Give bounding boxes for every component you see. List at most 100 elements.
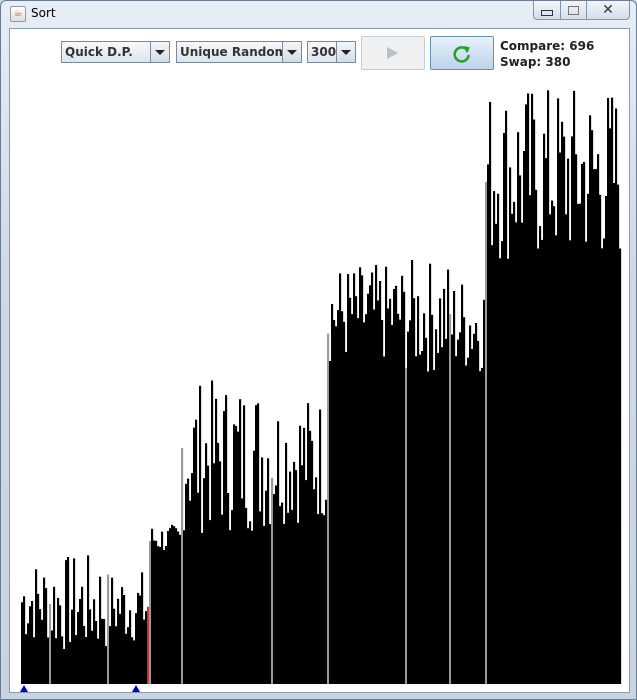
array-bar	[279, 506, 282, 684]
array-bar	[297, 522, 300, 684]
array-bar	[429, 263, 432, 684]
array-bar	[379, 281, 382, 684]
array-bar	[293, 461, 296, 684]
array-bar	[165, 545, 168, 684]
array-bar	[309, 430, 312, 684]
array-bar	[563, 136, 566, 685]
array-bar	[337, 310, 340, 684]
array-bar	[363, 322, 366, 684]
array-bar	[591, 130, 594, 684]
array-bar	[457, 339, 460, 684]
array-bar	[285, 442, 288, 684]
array-bar	[455, 356, 458, 684]
array-bar	[463, 317, 466, 684]
array-bar	[609, 128, 612, 685]
array-bar	[339, 273, 342, 684]
array-bar	[207, 465, 210, 684]
array-bar	[323, 515, 326, 684]
array-bar	[351, 314, 354, 684]
array-bar	[573, 90, 576, 684]
window-title: Sort	[31, 6, 56, 20]
array-bar	[217, 442, 220, 684]
array-bar	[377, 300, 380, 684]
array-bar	[415, 356, 418, 684]
array-bar	[445, 338, 448, 684]
array-bar	[301, 465, 304, 684]
array-bar	[449, 314, 452, 684]
array-bar	[329, 361, 332, 684]
array-bar	[425, 337, 428, 684]
array-bar	[411, 260, 414, 684]
array-bar	[235, 425, 238, 684]
array-bar	[109, 626, 112, 684]
array-bar	[565, 214, 568, 685]
array-bar	[103, 619, 106, 684]
array-bar	[531, 93, 534, 684]
array-bar	[383, 356, 386, 684]
maximize-button[interactable]	[561, 1, 587, 20]
array-bar	[153, 540, 156, 684]
array-bar	[597, 154, 600, 684]
array-bar	[325, 499, 328, 684]
array-bar	[31, 601, 34, 684]
array-bar	[185, 483, 188, 684]
array-bar	[45, 588, 48, 684]
array-bar	[407, 331, 410, 684]
array-bar	[241, 498, 244, 684]
array-bar	[371, 272, 374, 684]
array-bar	[571, 136, 574, 684]
array-bar	[393, 288, 396, 684]
array-bar	[161, 531, 164, 684]
array-bar	[477, 340, 480, 684]
array-bar	[417, 296, 420, 684]
array-bar	[169, 528, 172, 684]
array-bar	[599, 194, 602, 685]
array-bar	[197, 492, 200, 684]
array-bar	[321, 513, 324, 684]
array-bar	[121, 587, 124, 684]
array-bar	[37, 593, 40, 684]
array-bar	[481, 367, 484, 684]
array-bar	[497, 193, 500, 685]
array-bar	[593, 169, 596, 685]
array-bar	[195, 419, 198, 684]
array-bar	[123, 595, 126, 684]
array-bar	[501, 241, 504, 684]
minimize-icon	[541, 9, 553, 16]
array-bar	[525, 104, 528, 684]
array-bar	[303, 427, 306, 684]
array-bar	[511, 213, 514, 685]
array-bar	[353, 273, 356, 684]
array-bar	[75, 635, 78, 684]
array-bar	[335, 326, 338, 684]
array-bar	[225, 395, 228, 684]
array-bar	[419, 354, 422, 684]
array-bar	[345, 352, 348, 684]
array-bar	[435, 329, 438, 684]
array-bar	[21, 602, 24, 684]
array-bar	[269, 524, 272, 684]
array-bar	[315, 477, 318, 684]
array-bar	[331, 304, 334, 684]
array-bar	[261, 457, 264, 684]
array-bar	[453, 291, 456, 684]
array-bar	[29, 606, 32, 684]
sort-window: ☕ Sort ✕ Quick D.P. Unique Random 300 Co…	[0, 0, 637, 700]
array-bar	[95, 621, 98, 684]
array-bar	[221, 514, 224, 684]
array-bar	[267, 458, 270, 684]
array-bar	[157, 546, 160, 684]
array-bar	[389, 298, 392, 684]
array-bar	[409, 320, 412, 684]
array-bar	[249, 521, 252, 684]
array-bar	[41, 619, 44, 684]
array-bar	[99, 576, 102, 684]
array-bar	[177, 531, 180, 684]
array-bar	[365, 314, 368, 684]
array-bar	[149, 540, 152, 684]
array-bar	[391, 324, 394, 684]
minimize-button[interactable]	[533, 1, 561, 20]
array-bar	[111, 577, 114, 684]
close-button[interactable]: ✕	[587, 1, 630, 20]
title-bar[interactable]: ☕ Sort ✕	[1, 1, 636, 27]
